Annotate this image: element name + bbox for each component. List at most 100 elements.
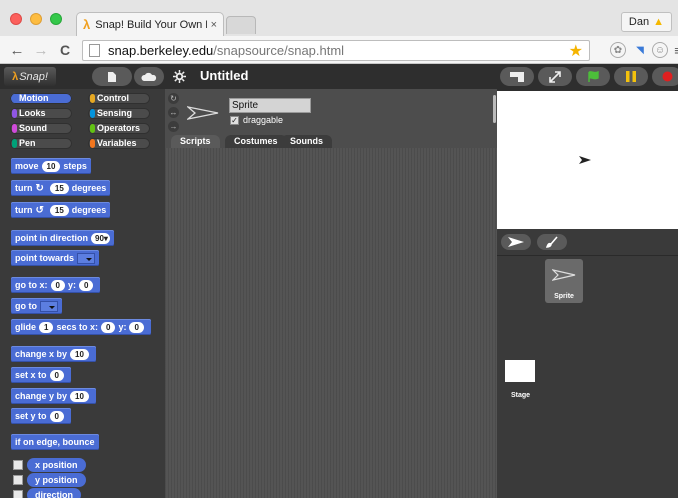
y-position-checkbox[interactable] xyxy=(13,475,23,485)
snap-lambda-icon: λ xyxy=(83,17,91,32)
menu-icon[interactable]: ≡ xyxy=(670,42,678,58)
point-in-direction-block[interactable]: point in direction 90▾ xyxy=(11,230,114,246)
x-change-input[interactable]: 10 xyxy=(70,348,89,360)
go-to-xy-block[interactable]: go to x: 0 y: 0 xyxy=(11,277,101,293)
category-looks[interactable]: Looks xyxy=(10,108,72,119)
target-dropdown[interactable] xyxy=(77,252,95,264)
category-pen[interactable]: Pen xyxy=(10,138,72,149)
stage-size-button[interactable] xyxy=(500,67,534,86)
x-position-reporter[interactable]: x position xyxy=(27,458,86,472)
green-flag-button[interactable] xyxy=(576,67,610,86)
y-position-reporter[interactable]: y position xyxy=(27,473,86,487)
category-label: Motion xyxy=(19,93,49,103)
maximize-window-button[interactable] xyxy=(50,13,62,25)
category-motion[interactable]: Motion xyxy=(10,93,72,104)
change-y-block[interactable]: change y by 10 xyxy=(11,388,96,404)
stage-thumbnail-label: Stage xyxy=(511,392,531,399)
pane-resize-handle[interactable] xyxy=(493,95,496,123)
scripting-area[interactable] xyxy=(165,148,497,498)
snap-logo[interactable]: λ Snap! xyxy=(4,67,56,86)
set-x-block[interactable]: set x to 0 xyxy=(11,367,71,383)
address-bar[interactable]: snap.berkeley.edu/snapsource/snap.html ★ xyxy=(82,40,590,61)
point-towards-block[interactable]: point towards xyxy=(11,250,99,266)
rotate-icon[interactable]: ↻ xyxy=(168,93,179,104)
change-x-block[interactable]: change x by 10 xyxy=(11,346,96,362)
category-sound[interactable]: Sound xyxy=(10,123,72,134)
category-color-chip xyxy=(12,94,17,103)
x-input[interactable]: 0 xyxy=(101,321,116,333)
category-label: Variables xyxy=(97,138,137,148)
url-path: /snapsource/snap.html xyxy=(213,43,345,58)
turn-clockwise-block[interactable]: turn ↻ 15 degrees xyxy=(11,180,111,196)
direction-checkbox[interactable] xyxy=(13,490,23,498)
reload-button[interactable]: C xyxy=(56,41,74,59)
sprite-arrow-on-stage-icon[interactable] xyxy=(579,156,591,164)
category-operators[interactable]: Operators xyxy=(88,123,150,134)
stop-button[interactable] xyxy=(652,67,678,86)
pause-button[interactable] xyxy=(614,67,648,86)
move-steps-block[interactable]: move 10 steps xyxy=(11,158,91,174)
sprite-corral: Sprite Stage xyxy=(497,229,678,498)
if-on-edge-bounce-block[interactable]: if on edge, bounce xyxy=(11,434,99,450)
no-rotate-icon[interactable]: → xyxy=(168,121,179,132)
settings-button[interactable] xyxy=(166,67,192,86)
minimize-window-button[interactable] xyxy=(30,13,42,25)
set-y-block[interactable]: set y to 0 xyxy=(11,408,71,424)
reporter-text: y position xyxy=(35,475,78,485)
tab-sounds[interactable]: Sounds xyxy=(281,135,332,148)
tab-costumes[interactable]: Costumes xyxy=(225,135,287,148)
browser-toolbar: ← → C snap.berkeley.edu/snapsource/snap.… xyxy=(0,36,678,64)
cloud-button[interactable] xyxy=(134,67,164,86)
steps-input[interactable]: 10 xyxy=(41,160,61,172)
go-to-block[interactable]: go to xyxy=(11,298,62,314)
stage-thumbnail[interactable] xyxy=(505,360,535,382)
block-text: turn xyxy=(15,205,33,215)
paint-new-sprite-button[interactable] xyxy=(537,234,567,250)
category-color-chip xyxy=(12,124,17,133)
extension-icon[interactable]: ✿ xyxy=(610,42,626,58)
y-input[interactable]: 0 xyxy=(129,321,144,333)
pin-icon[interactable]: ◥ xyxy=(632,42,648,58)
forward-button[interactable]: → xyxy=(32,41,50,59)
new-tab-button[interactable] xyxy=(226,16,256,34)
draggable-checkbox[interactable]: ✓ xyxy=(230,116,239,125)
reporter-text: direction xyxy=(35,490,74,498)
project-menu-button[interactable] xyxy=(92,67,132,86)
category-variables[interactable]: Variables xyxy=(88,138,150,149)
direction-input[interactable]: 90▾ xyxy=(91,232,110,244)
profile-button[interactable]: Dan ▲ xyxy=(620,12,672,32)
tab-scripts[interactable]: Scripts xyxy=(171,135,220,148)
sprite-thumbnail[interactable]: Sprite xyxy=(545,259,583,303)
category-color-chip xyxy=(90,109,95,118)
close-window-button[interactable] xyxy=(10,13,22,25)
bookmark-star-icon[interactable]: ★ xyxy=(569,41,583,61)
category-label: Operators xyxy=(97,123,141,133)
x-position-checkbox[interactable] xyxy=(13,460,23,470)
y-change-input[interactable]: 10 xyxy=(70,390,89,402)
x-value-input[interactable]: 0 xyxy=(49,369,64,381)
presentation-mode-button[interactable] xyxy=(538,67,572,86)
degrees-input[interactable]: 15 xyxy=(49,182,69,194)
back-button[interactable]: ← xyxy=(8,41,26,59)
sprite-name-input[interactable]: Sprite xyxy=(229,98,311,113)
y-value-input[interactable]: 0 xyxy=(49,410,64,422)
flip-icon[interactable]: ↔ xyxy=(168,107,179,118)
turn-counterclockwise-block[interactable]: turn ↺ 15 degrees xyxy=(11,202,111,218)
x-input[interactable]: 0 xyxy=(50,279,65,291)
glide-block[interactable]: glide 1 secs to x: 0 y: 0 xyxy=(11,319,151,335)
direction-reporter[interactable]: direction xyxy=(27,488,82,498)
category-color-chip xyxy=(12,139,17,148)
target-dropdown[interactable] xyxy=(40,300,58,312)
file-icon xyxy=(108,71,116,82)
sprite-arrow-icon xyxy=(552,269,576,281)
browser-tab[interactable]: λ Snap! Build Your Own Bloc × xyxy=(76,12,224,36)
category-control[interactable]: Control xyxy=(88,93,150,104)
y-input[interactable]: 0 xyxy=(78,279,94,291)
degrees-input[interactable]: 15 xyxy=(49,204,69,216)
stage-canvas[interactable] xyxy=(497,91,678,229)
add-turtle-sprite-button[interactable] xyxy=(501,234,531,250)
account-icon[interactable]: ☺ xyxy=(652,42,668,58)
secs-input[interactable]: 1 xyxy=(39,321,54,333)
close-tab-icon[interactable]: × xyxy=(211,19,217,31)
category-sensing[interactable]: Sensing xyxy=(88,108,150,119)
